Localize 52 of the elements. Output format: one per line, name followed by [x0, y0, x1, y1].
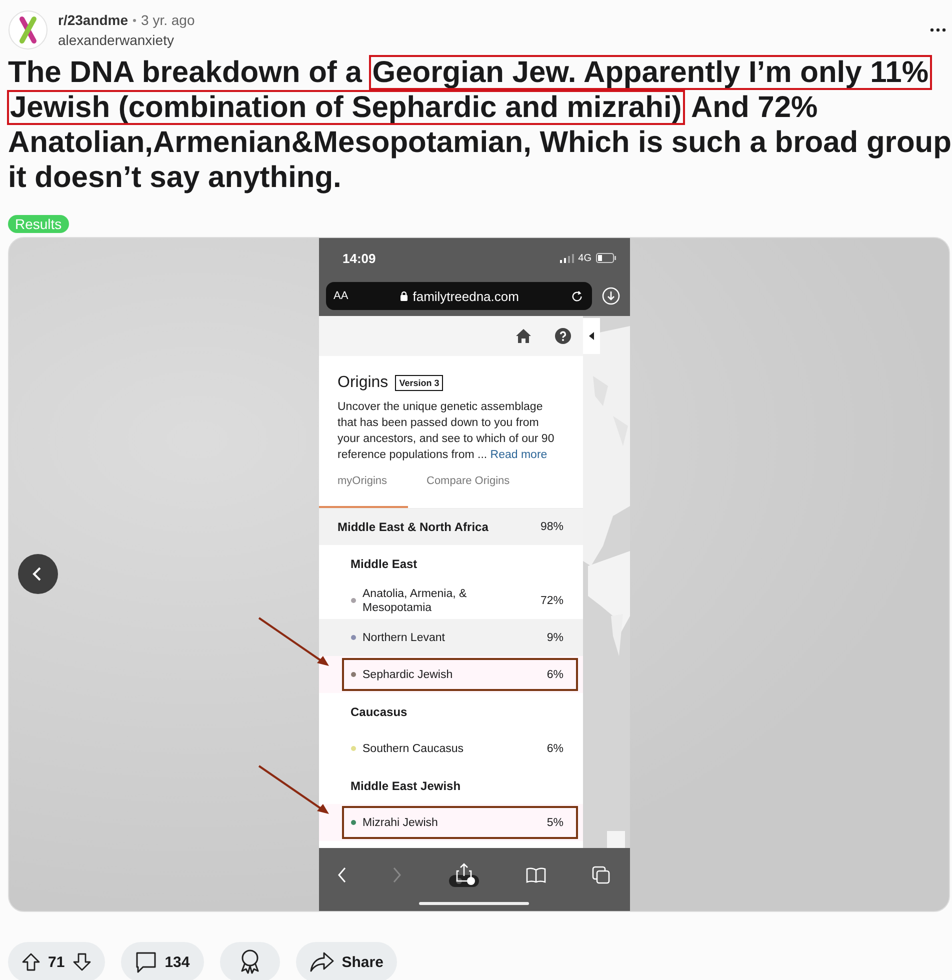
collapse-panel-button[interactable] [582, 318, 600, 354]
back-icon[interactable] [336, 866, 346, 882]
population-percent: 6% [546, 742, 564, 754]
award-button[interactable] [220, 942, 280, 980]
share-icon [310, 952, 334, 972]
population-name: Mizrahi Jewish [362, 816, 439, 830]
comment-icon [134, 951, 157, 973]
download-icon[interactable] [602, 287, 620, 305]
region-name: Middle East & North Africa [338, 520, 490, 534]
post-age: 3 yr. ago [141, 12, 195, 28]
vote-count: 71 [48, 954, 65, 970]
tabs-icon[interactable] [592, 866, 610, 884]
network-label: 4G [578, 252, 592, 264]
battery-icon [596, 253, 616, 263]
population-percent: 72% [540, 594, 564, 606]
bookmarks-icon[interactable] [526, 866, 546, 882]
population-name: Southern Caucasus [362, 742, 465, 756]
status-time: 14:09 [342, 250, 376, 266]
previous-image-button[interactable] [18, 554, 58, 594]
population-name: Anatolia, Armenia, & Mesopotamia [362, 586, 468, 614]
more-options-icon[interactable] [930, 28, 946, 32]
help-icon[interactable] [554, 328, 570, 344]
share-button[interactable]: Share [296, 942, 398, 980]
home-icon[interactable] [516, 329, 530, 343]
population-name: Sephardic Jewish [362, 668, 454, 682]
signal-icon [560, 254, 574, 262]
post-title: The DNA breakdown of a Georgian Jew. Apparently I’m only 11% Jewish (combination of Sephardic and mizrahi) And 72% Anatolian,Armenian&Mesopotamian, Which is such a broad group it doesn’t say anything. [8, 55, 952, 195]
reload-icon[interactable] [570, 290, 584, 302]
downvote-icon[interactable] [72, 953, 91, 971]
group-name: Middle East [350, 556, 418, 570]
share-icon[interactable] [447, 862, 481, 886]
read-more-link[interactable]: Read more [490, 449, 548, 461]
population-percent: 9% [546, 632, 564, 644]
region-percent: 98% [540, 521, 564, 533]
population-percent: 6% [546, 668, 564, 680]
origins-tab[interactable]: Compare Origins [408, 469, 529, 508]
group-name: Caucasus [350, 704, 408, 718]
version-badge: Version 3 [395, 375, 444, 391]
comments-button[interactable]: 134 [120, 942, 204, 980]
subreddit-link[interactable]: r/23andme [58, 12, 128, 28]
address-bar[interactable]: AA familytreedna.com [326, 282, 592, 310]
lock-icon [400, 291, 408, 301]
subreddit-avatar[interactable] [8, 10, 48, 50]
group-name: Middle East Jewish [350, 778, 461, 792]
separator-dot-icon [133, 18, 136, 22]
caret-left-icon [588, 332, 594, 340]
description-text: Uncover the unique genetic assemblage that has been passed down to you from your ancestors, and see to which of our 90 reference populations from ... Read more [338, 400, 556, 463]
upvote-icon[interactable] [22, 953, 40, 971]
author-name[interactable]: alexanderwanxiety [58, 32, 195, 48]
population-percent: 5% [546, 816, 564, 828]
page-heading: Origins [338, 374, 388, 392]
population-name: Northern Levant [362, 630, 446, 644]
